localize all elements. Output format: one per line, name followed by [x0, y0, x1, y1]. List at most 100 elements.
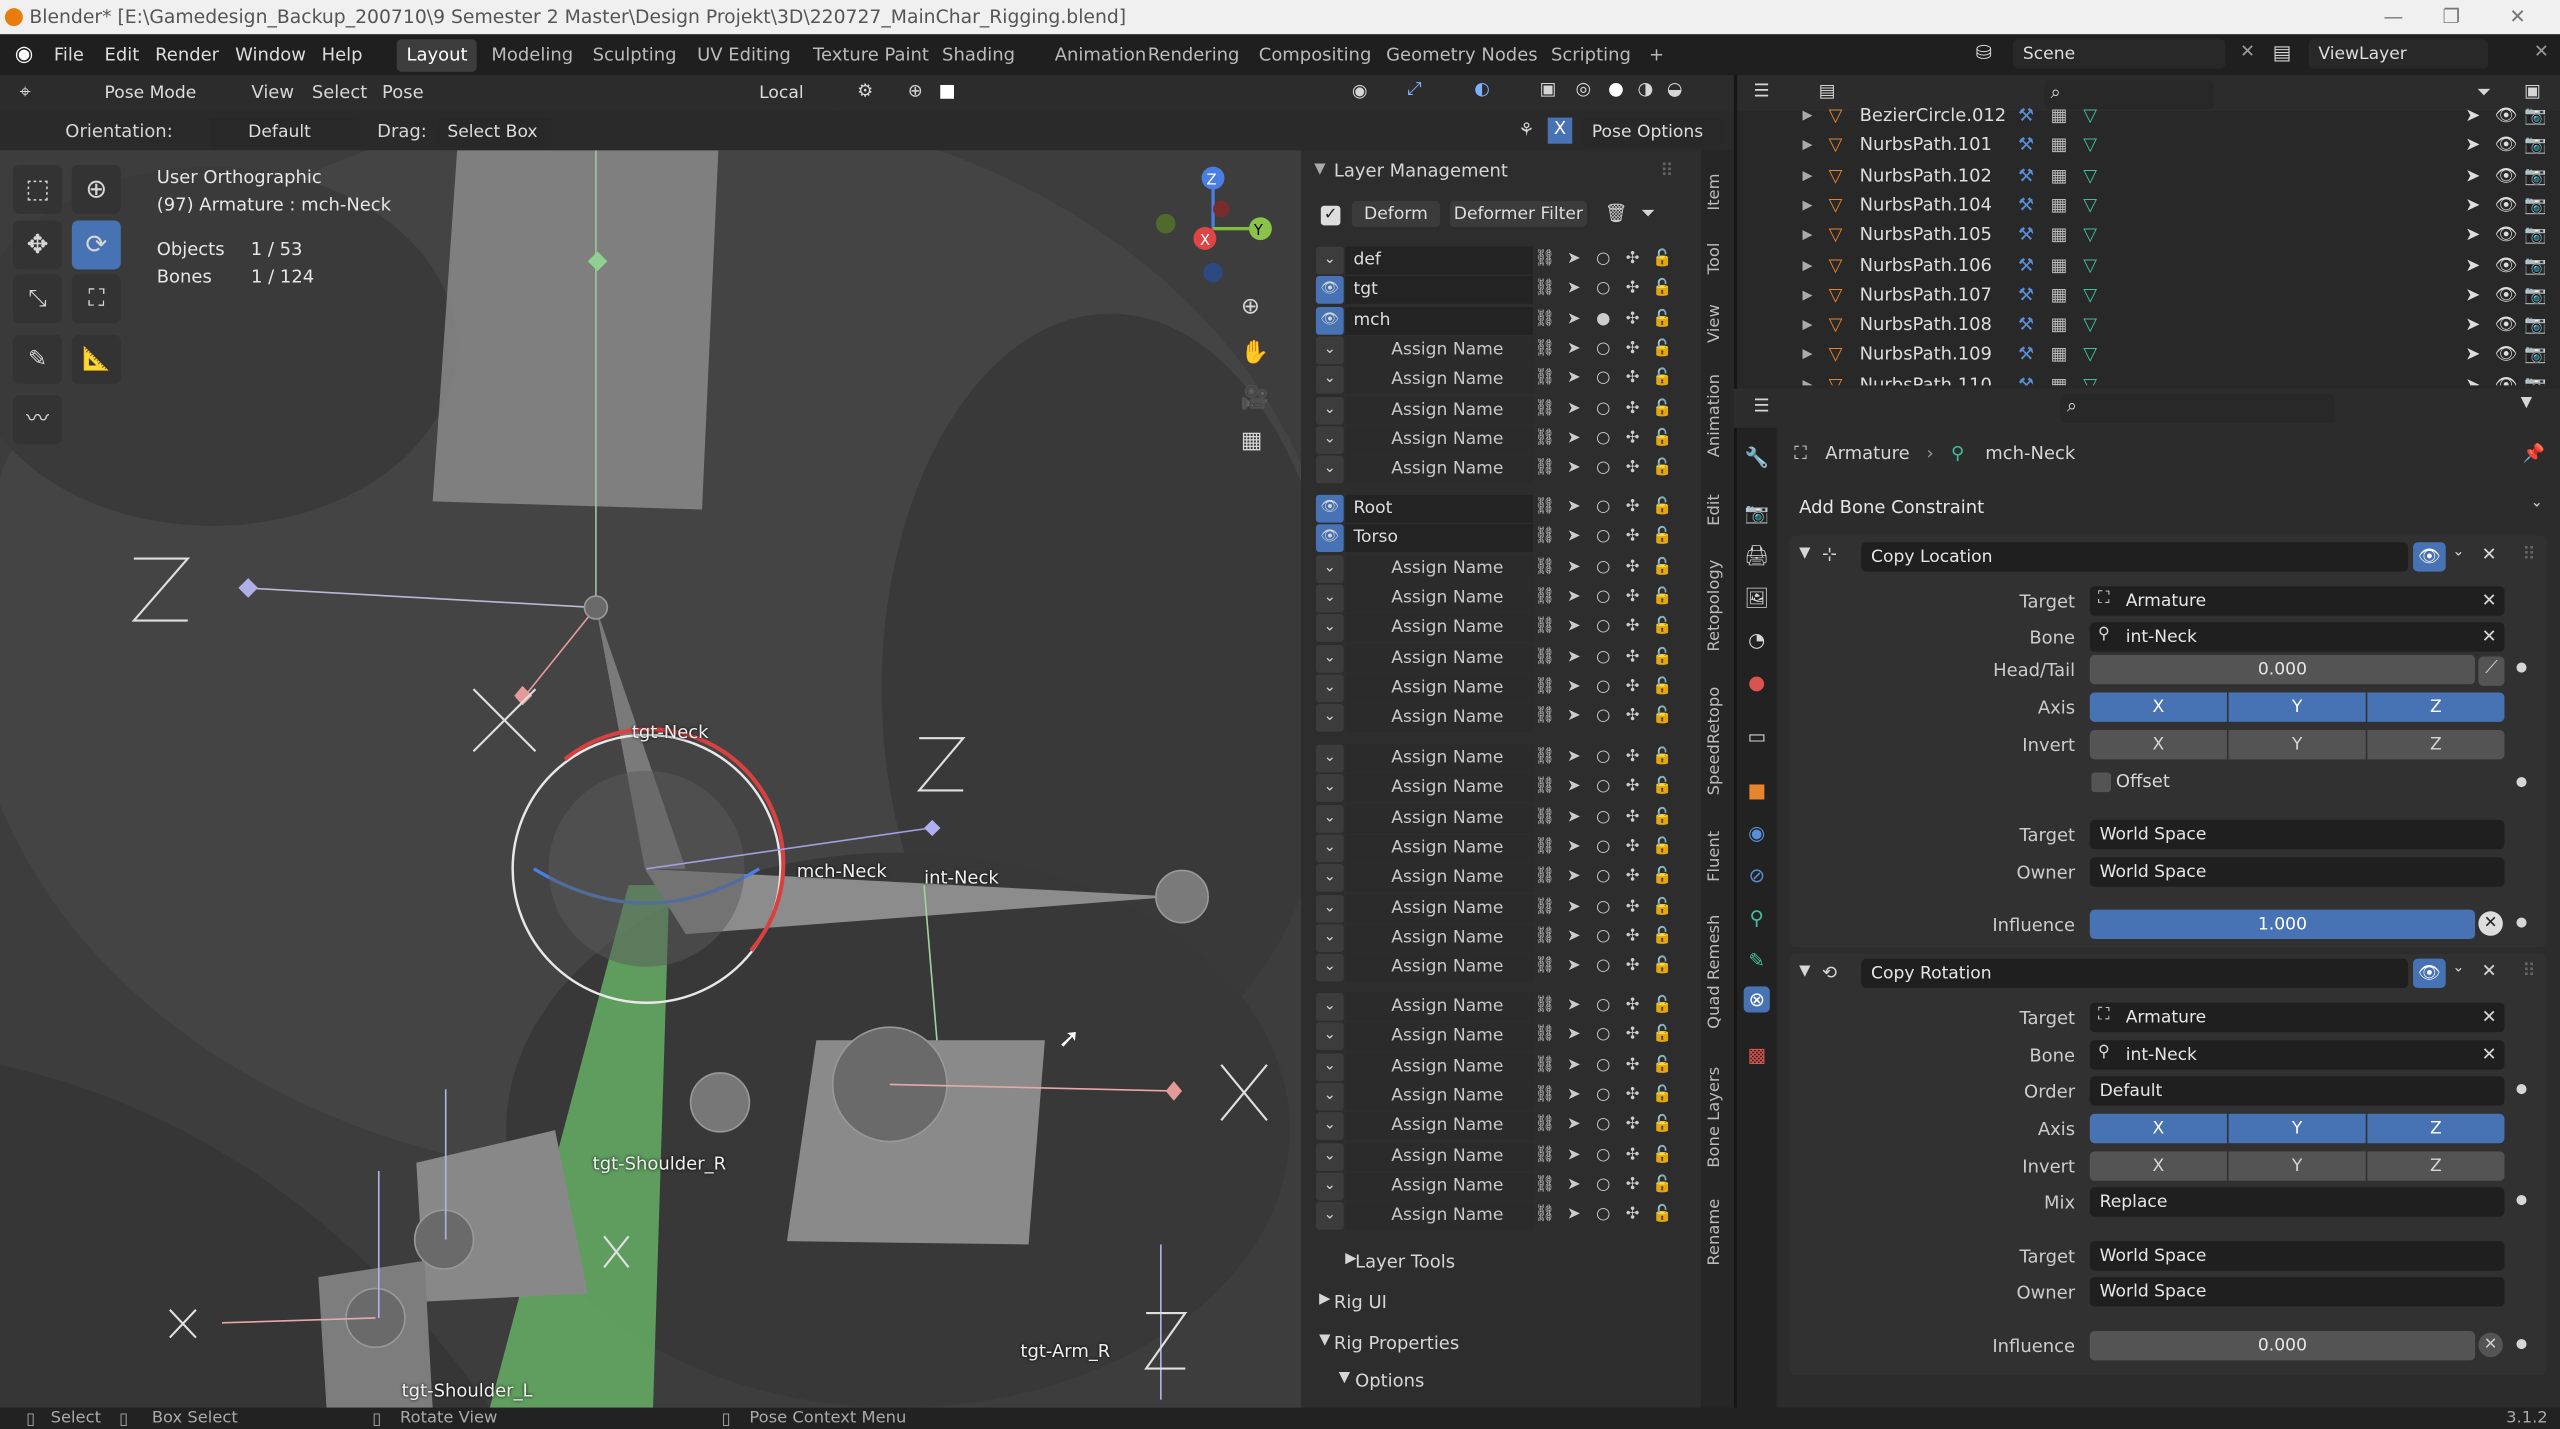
deform-checkbox[interactable]: ✓	[1320, 205, 1341, 226]
layer-chain-icon[interactable]: ⛓	[1535, 1205, 1556, 1225]
layer-active-dot-icon[interactable]: ○	[1593, 429, 1613, 449]
layer-name-field[interactable]: tgt	[1345, 276, 1534, 305]
cr-order-select[interactable]: Default	[2089, 1076, 2505, 1106]
outliner-item-label[interactable]: NurbsPath.101	[1860, 131, 1992, 160]
layer-hidden-icon[interactable]: ⌄	[1315, 774, 1344, 803]
hide-viewport-eye-icon[interactable]: 👁	[2495, 191, 2518, 220]
layer-lock-icon[interactable]: 🔓	[1652, 1056, 1672, 1076]
hide-viewport-eye-icon[interactable]: 👁	[2495, 281, 2518, 310]
layer-lock-icon[interactable]: 🔓	[1652, 957, 1672, 977]
selectable-icon[interactable]: ➤	[2465, 340, 2480, 369]
annotate-tool-icon[interactable]: ✎	[13, 334, 63, 384]
hide-viewport-eye-icon[interactable]: 👁	[2495, 101, 2518, 130]
zoom-icon[interactable]: ⊕	[1241, 294, 1260, 320]
modifier-icon[interactable]: ⚒	[2018, 340, 2034, 369]
render-tab-icon[interactable]: 📷	[1744, 500, 1770, 526]
outliner-item[interactable]: ▶ ▽ NurbsPath.106 ⚒ ▦ ▽ ➤ 👁 📷	[1780, 251, 2547, 280]
copy-location-delete-icon[interactable]: ✕	[2482, 544, 2497, 565]
layer-chain-icon[interactable]: ⛓	[1535, 927, 1556, 947]
modifier-icon[interactable]: ⚒	[2018, 101, 2034, 130]
expand-arrow-icon[interactable]: ▶	[1802, 251, 1812, 280]
view-layer-tab-icon[interactable]: 🖼	[1744, 585, 1770, 611]
layer-bone-group-icon[interactable]: ✣	[1623, 1116, 1643, 1136]
selectable-icon[interactable]: ➤	[2465, 251, 2480, 280]
outliner-item[interactable]: ▶ ▽ NurbsPath.109 ⚒ ▦ ▽ ➤ 👁 📷	[1780, 340, 2547, 369]
layer-select-icon[interactable]: ➤	[1564, 369, 1584, 389]
layer-hidden-icon[interactable]: ⌄	[1315, 894, 1344, 922]
scale-tool-icon[interactable]: ⤡	[13, 274, 63, 324]
layer-bone-group-icon[interactable]: ✣	[1623, 340, 1643, 360]
layer-bone-group-icon[interactable]: ✣	[1623, 996, 1643, 1016]
cr-axis-y[interactable]: Y	[2228, 1113, 2366, 1144]
layer-name-field[interactable]: Assign Name	[1345, 924, 1534, 952]
layer-select-icon[interactable]: ➤	[1564, 250, 1584, 270]
expand-arrow-icon[interactable]: ▶	[1802, 221, 1812, 250]
layer-active-dot-icon[interactable]: ○	[1593, 1056, 1613, 1076]
layer-bone-group-icon[interactable]: ✣	[1623, 588, 1643, 608]
layer-chain-icon[interactable]: ⛓	[1535, 459, 1556, 479]
cr-target-field[interactable]: Armature	[2089, 1002, 2505, 1033]
cl-invert-y[interactable]: Y	[2228, 730, 2366, 760]
layer-hidden-icon[interactable]: ⌄	[1315, 366, 1344, 394]
layer-lock-icon[interactable]: 🔓	[1652, 677, 1672, 697]
layer-bone-group-icon[interactable]: ✣	[1623, 310, 1643, 330]
layer-active-dot-icon[interactable]: ○	[1593, 399, 1613, 419]
layer-active-dot-icon[interactable]: ○	[1593, 369, 1613, 389]
menu-help[interactable]: Help	[322, 44, 363, 65]
layer-chain-icon[interactable]: ⛓	[1535, 369, 1556, 389]
layer-active-dot-icon[interactable]: ○	[1593, 1146, 1613, 1166]
layer-lock-icon[interactable]: 🔓	[1652, 340, 1672, 360]
layer-name-field[interactable]: Assign Name	[1345, 366, 1534, 394]
layer-select-icon[interactable]: ➤	[1564, 1146, 1584, 1166]
layer-name-field[interactable]: Assign Name	[1345, 953, 1534, 982]
layer-active-dot-icon[interactable]: ○	[1593, 996, 1613, 1016]
tool-tab-icon[interactable]: 🔧	[1744, 444, 1770, 470]
cl-bone-field[interactable]: int-Neck	[2089, 622, 2505, 652]
object-tab-icon[interactable]: ■	[1744, 777, 1770, 803]
layer-lock-icon[interactable]: 🔓	[1652, 1205, 1672, 1225]
sidebar-tab-view[interactable]: View	[1701, 294, 1730, 353]
trash-icon[interactable]: 🗑	[1605, 203, 1628, 224]
layer-lock-icon[interactable]: 🔓	[1652, 927, 1672, 947]
outliner-item-label[interactable]: NurbsPath.106	[1860, 251, 1992, 280]
layer-select-icon[interactable]: ➤	[1564, 778, 1584, 798]
layer-bone-group-icon[interactable]: ✣	[1623, 927, 1643, 947]
layer-name-field[interactable]: Root	[1345, 494, 1534, 523]
bone-label-mch-neck[interactable]: mch-Neck	[797, 861, 887, 882]
layer-select-icon[interactable]: ➤	[1564, 528, 1584, 548]
layer-name-field[interactable]: Assign Name	[1345, 864, 1534, 893]
workspace-tab-texture-paint[interactable]: Texture Paint	[803, 39, 938, 72]
layer-hidden-icon[interactable]: ⌄	[1315, 744, 1344, 773]
layer-visible-eye-icon[interactable]: 👁	[1315, 306, 1344, 335]
panel-collapse-icon[interactable]: ▼	[1314, 162, 1325, 178]
sidebar-tab-speedretopo[interactable]: SpeedRetopo	[1701, 673, 1730, 810]
xray-icon[interactable]: ▣	[1540, 78, 1557, 99]
cr-order-keyframe-icon[interactable]: ●	[2516, 1081, 2527, 1096]
texture-tab-icon[interactable]: ▩	[1744, 1042, 1770, 1068]
layer-name-field[interactable]: Assign Name	[1345, 704, 1534, 732]
menu-edit[interactable]: Edit	[104, 44, 139, 65]
layer-chain-icon[interactable]: ⛓	[1535, 897, 1556, 917]
outliner-item-label[interactable]: NurbsPath.105	[1860, 221, 1992, 250]
layer-select-icon[interactable]: ➤	[1564, 808, 1584, 828]
pan-hand-icon[interactable]: ✋	[1241, 340, 1269, 366]
rig-properties-header[interactable]: Rig Properties	[1334, 1333, 1459, 1354]
layer-active-dot-icon[interactable]: ○	[1593, 957, 1613, 977]
menu-select[interactable]: Select	[312, 82, 367, 103]
layer-lock-icon[interactable]: 🔓	[1652, 1146, 1672, 1166]
layer-hidden-icon[interactable]: ⌄	[1315, 804, 1344, 833]
layer-select-icon[interactable]: ➤	[1564, 459, 1584, 479]
move-tool-icon[interactable]: ✥	[13, 220, 63, 270]
cursor-tool-icon[interactable]: ⊕	[71, 164, 121, 214]
output-tab-icon[interactable]: 🖨	[1744, 542, 1770, 568]
hide-viewport-eye-icon[interactable]: 👁	[2495, 251, 2518, 280]
layer-lock-icon[interactable]: 🔓	[1652, 897, 1672, 917]
rig-ui-collapse-icon[interactable]: ▶	[1319, 1292, 1330, 1308]
layer-active-dot-icon[interactable]: ○	[1593, 1205, 1613, 1225]
axis-gizmo[interactable]: Z Y X	[1148, 163, 1279, 294]
layer-visible-eye-icon[interactable]: 👁	[1315, 494, 1344, 523]
modifier-icon[interactable]: ⚒	[2018, 131, 2034, 160]
layer-bone-group-icon[interactable]: ✣	[1623, 1026, 1643, 1046]
modifier-tab-icon[interactable]: ◉	[1744, 820, 1770, 846]
layer-select-icon[interactable]: ➤	[1564, 1205, 1584, 1225]
